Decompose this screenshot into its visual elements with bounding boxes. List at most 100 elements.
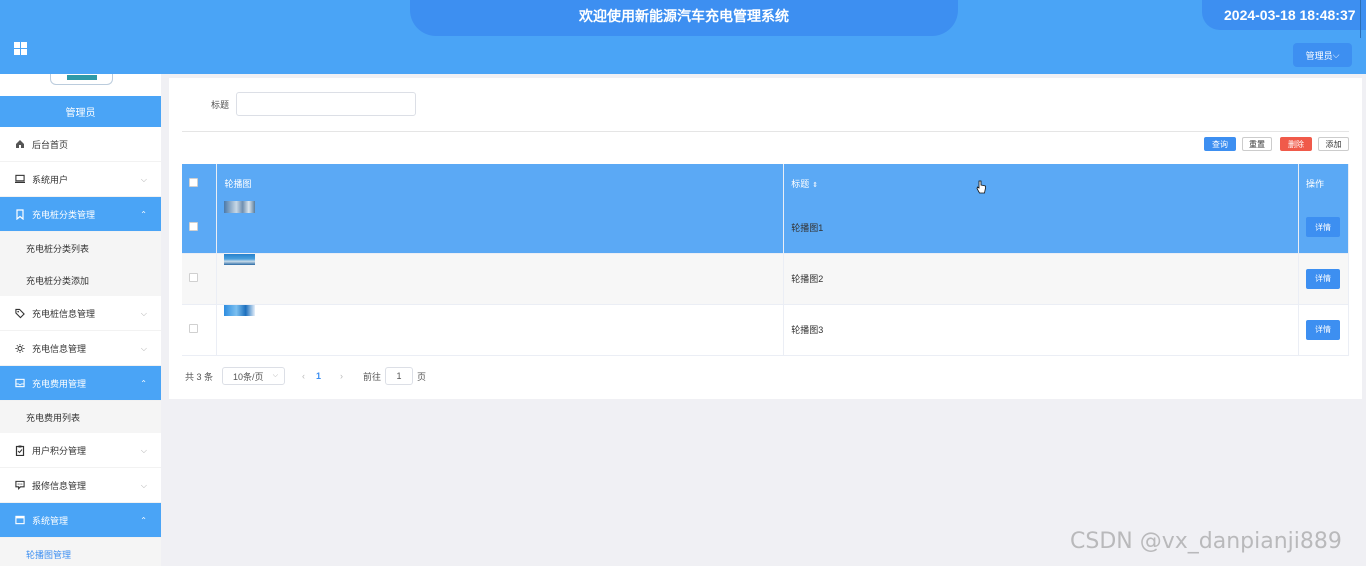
chevron-down-icon: ⌵: [140, 309, 147, 318]
sidebar-item-label: 充电费用管理: [32, 378, 87, 389]
next-page-icon[interactable]: ›: [340, 371, 343, 381]
select-all-cell: [182, 164, 218, 202]
hand-cursor-icon: [976, 180, 986, 194]
home-icon: [15, 139, 25, 149]
row-checkbox[interactable]: [189, 273, 198, 282]
reset-button[interactable]: 重置: [1242, 137, 1272, 151]
sidebar-item-charging-info[interactable]: 充电信息管理 ⌵: [0, 331, 161, 366]
chevron-down-icon: ⌵: [140, 446, 147, 455]
table-row[interactable]: 轮播图3 详情: [182, 303, 1350, 356]
add-button[interactable]: 添加: [1318, 137, 1349, 151]
column-header-title-label: 标题: [791, 178, 810, 189]
goto-label: 前往: [363, 371, 382, 382]
datetime-display: 2024-03-18 18:48:37: [1202, 0, 1366, 30]
sidebar-item-label: 充电信息管理: [32, 343, 87, 354]
sidebar-item-user-points[interactable]: 用户积分管理 ⌵: [0, 433, 161, 468]
query-button[interactable]: 查询: [1204, 137, 1236, 151]
chevron-down-icon: ⌵: [140, 481, 147, 490]
title-search-input[interactable]: [236, 92, 416, 116]
search-label: 标题: [211, 100, 230, 110]
system-title: 欢迎使用新能源汽车充电管理系统: [410, 0, 958, 36]
carousel-thumbnail: [224, 252, 256, 265]
image-cell: [216, 201, 785, 254]
sidebar-item-label: 系统管理: [32, 515, 69, 526]
chevron-down-icon: ⌵: [140, 175, 147, 184]
title-cell: 轮播图2: [783, 253, 1299, 305]
top-header: 欢迎使用新能源汽车充电管理系统 2024-03-18 18:48:37 管理员 …: [0, 0, 1366, 74]
chevron-up-icon: ⌃: [140, 516, 147, 525]
watermark: CSDN @vx_danpianji889: [1070, 529, 1342, 554]
chevron-down-icon: ⌵: [1332, 49, 1340, 60]
message-icon: [15, 480, 25, 490]
sidebar-item-charging-fee[interactable]: 充电费用管理 ⌃: [0, 366, 161, 401]
sidebar-subitem-category-list[interactable]: 充电桩分类列表: [0, 232, 161, 264]
row-checkbox[interactable]: [189, 221, 198, 231]
column-header-image: 轮播图: [216, 164, 785, 202]
menu-toggle-icon[interactable]: [14, 42, 27, 55]
avatar-area: [0, 74, 161, 96]
bookmark-icon: [15, 208, 25, 220]
chevron-up-icon: ⌃: [140, 210, 147, 219]
sidebar-item-label: 用户积分管理: [32, 445, 87, 456]
chevron-down-icon: ⌵: [140, 344, 147, 353]
content-card: 标题 查询 重置 删除 添加 轮播图 标题 ⇕ 操作 轮播图1 详情 轮播图2 …: [169, 78, 1362, 399]
sidebar-item-label: 系统用户: [32, 174, 69, 185]
prev-page-icon[interactable]: ‹: [302, 371, 305, 381]
image-cell: [216, 303, 785, 356]
window-icon: [15, 515, 25, 525]
row-select-cell: [182, 253, 218, 305]
row-select-cell: [182, 202, 218, 254]
avatar: [50, 74, 113, 85]
table-header-row: 轮播图 标题 ⇕ 操作: [182, 164, 1350, 202]
monitor-icon: [15, 174, 25, 184]
sun-icon: [15, 343, 25, 353]
carousel-table: 轮播图 标题 ⇕ 操作 轮播图1 详情 轮播图2 详情 轮播图3 详情: [182, 164, 1350, 356]
user-menu-button[interactable]: 管理员 ⌵: [1293, 43, 1352, 67]
select-all-checkbox[interactable]: [189, 177, 198, 187]
detail-button[interactable]: 详情: [1305, 268, 1340, 289]
page-size-select[interactable]: 10条/页 ⌵: [222, 367, 286, 385]
sidebar-item-charger-category[interactable]: 充电桩分类管理 ⌃: [0, 197, 161, 232]
sidebar-item-label: 充电桩信息管理: [32, 308, 96, 319]
sidebar-item-repair-info[interactable]: 报修信息管理 ⌵: [0, 468, 161, 503]
scroll-indicator: [1360, 0, 1366, 38]
image-cell: [216, 252, 785, 305]
row-checkbox[interactable]: [189, 324, 198, 333]
carousel-thumbnail: [224, 303, 256, 316]
page-number-current[interactable]: 1: [316, 371, 321, 381]
sidebar-item-label: 报修信息管理: [32, 480, 87, 491]
sidebar: 管理员 后台首页 系统用户 ⌵ 充电桩分类管理 ⌃ 充电桩分类列表 充电桩分类添…: [0, 74, 161, 566]
sort-icon[interactable]: ⇕: [812, 182, 818, 189]
pagination: 共 3 条 10条/页 ⌵ ‹ 1 › 前往 1 页: [185, 367, 426, 385]
chevron-up-icon: ⌃: [140, 379, 147, 388]
row-select-cell: [182, 304, 218, 356]
column-header-actions: 操作: [1298, 164, 1350, 202]
column-header-title[interactable]: 标题 ⇕: [783, 164, 1299, 202]
table-row[interactable]: 轮播图2 详情: [182, 252, 1350, 305]
action-cell: 详情: [1298, 253, 1350, 305]
sidebar-subitem-carousel[interactable]: 轮播图管理: [0, 538, 161, 566]
divider: [182, 131, 1349, 132]
sidebar-item-system-management[interactable]: 系统管理 ⌃: [0, 503, 161, 538]
detail-button[interactable]: 详情: [1305, 319, 1340, 340]
sidebar-item-label: 充电桩分类管理: [32, 209, 96, 220]
sidebar-item-label: 后台首页: [32, 139, 69, 150]
action-cell: 详情: [1298, 304, 1350, 356]
sidebar-item-charger-info[interactable]: 充电桩信息管理 ⌵: [0, 296, 161, 331]
action-cell: 详情: [1298, 202, 1350, 254]
table-row[interactable]: 轮播图1 详情: [182, 201, 1350, 254]
title-cell: 轮播图3: [783, 304, 1299, 356]
sidebar-item-home[interactable]: 后台首页: [0, 127, 161, 162]
chevron-down-icon: ⌵: [272, 372, 279, 379]
goto-page-input[interactable]: 1: [385, 367, 414, 385]
detail-button[interactable]: 详情: [1305, 217, 1340, 238]
sidebar-subitem-fee-list[interactable]: 充电费用列表: [0, 401, 161, 433]
inbox-icon: [15, 378, 25, 388]
user-menu-label: 管理员: [1305, 50, 1333, 61]
sidebar-subitem-category-add[interactable]: 充电桩分类添加: [0, 264, 161, 296]
delete-button[interactable]: 删除: [1280, 137, 1312, 151]
sidebar-item-system-users[interactable]: 系统用户 ⌵: [0, 162, 161, 197]
carousel-thumbnail: [224, 201, 256, 214]
tag-icon: [15, 308, 25, 318]
title-cell: 轮播图1: [783, 202, 1299, 254]
